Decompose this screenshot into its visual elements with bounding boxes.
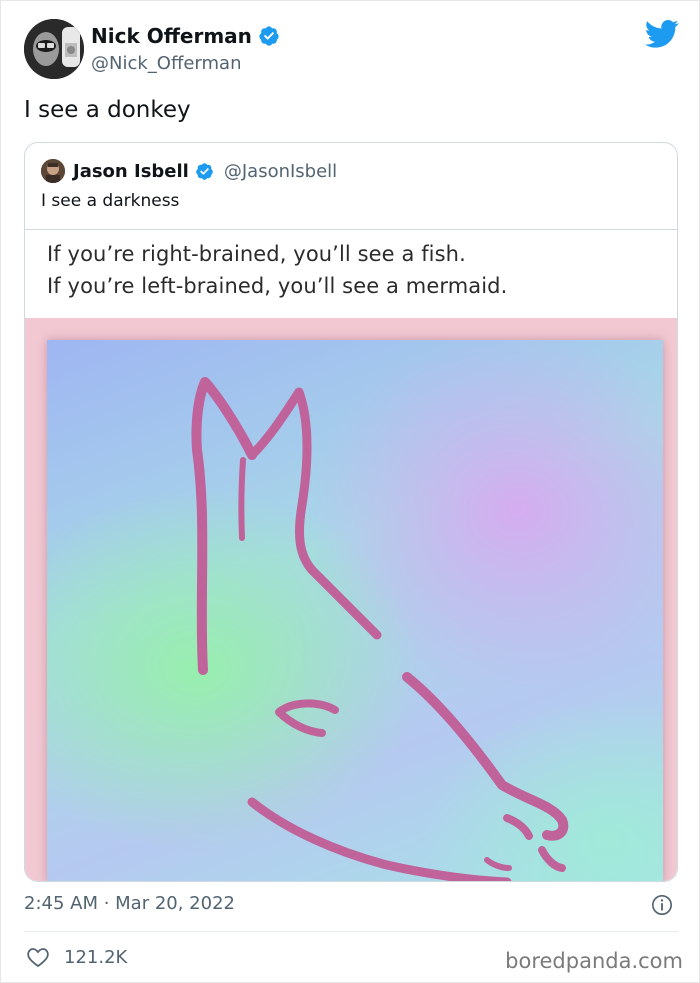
- like-action[interactable]: 121.2K: [26, 946, 127, 968]
- heart-icon[interactable]: [26, 946, 50, 968]
- quoted-author-handle[interactable]: @JasonIsbell: [224, 161, 337, 182]
- info-icon[interactable]: [651, 894, 673, 916]
- quoted-author-avatar[interactable]: [41, 159, 65, 183]
- tweet-card: Nick Offerman @Nick_Offerman I see a don…: [0, 0, 700, 983]
- quoted-tweet-text: I see a darkness: [41, 191, 180, 211]
- verified-badge-icon: [259, 26, 279, 46]
- author-name[interactable]: Nick Offerman: [91, 24, 252, 48]
- tweet-text: I see a donkey: [24, 97, 191, 123]
- author-avatar[interactable]: [24, 19, 84, 79]
- meme-caption-line-1: If you’re right-brained, you’ll see a fi…: [47, 242, 466, 266]
- meme-frame: [25, 318, 677, 881]
- twitter-bird-icon[interactable]: [645, 19, 679, 49]
- watermark: boredpanda.com: [505, 949, 683, 973]
- quoted-author-name[interactable]: Jason Isbell: [73, 161, 189, 182]
- author-handle[interactable]: @Nick_Offerman: [91, 53, 242, 74]
- like-count: 121.2K: [64, 946, 128, 968]
- meme-caption: If you’re right-brained, you’ll see a fi…: [25, 230, 677, 316]
- divider: [24, 931, 678, 932]
- verified-badge-icon: [196, 162, 213, 180]
- donkey-illusion-drawing: [47, 340, 663, 881]
- meme-caption-line-2: If you’re left-brained, you’ll see a mer…: [47, 274, 508, 298]
- tweet-timestamp[interactable]: 2:45 AM · Mar 20, 2022: [24, 893, 235, 914]
- quoted-tweet[interactable]: Jason Isbell @JasonIsbell I see a darkne…: [24, 142, 678, 882]
- quoted-media[interactable]: If you’re right-brained, you’ll see a fi…: [25, 229, 677, 881]
